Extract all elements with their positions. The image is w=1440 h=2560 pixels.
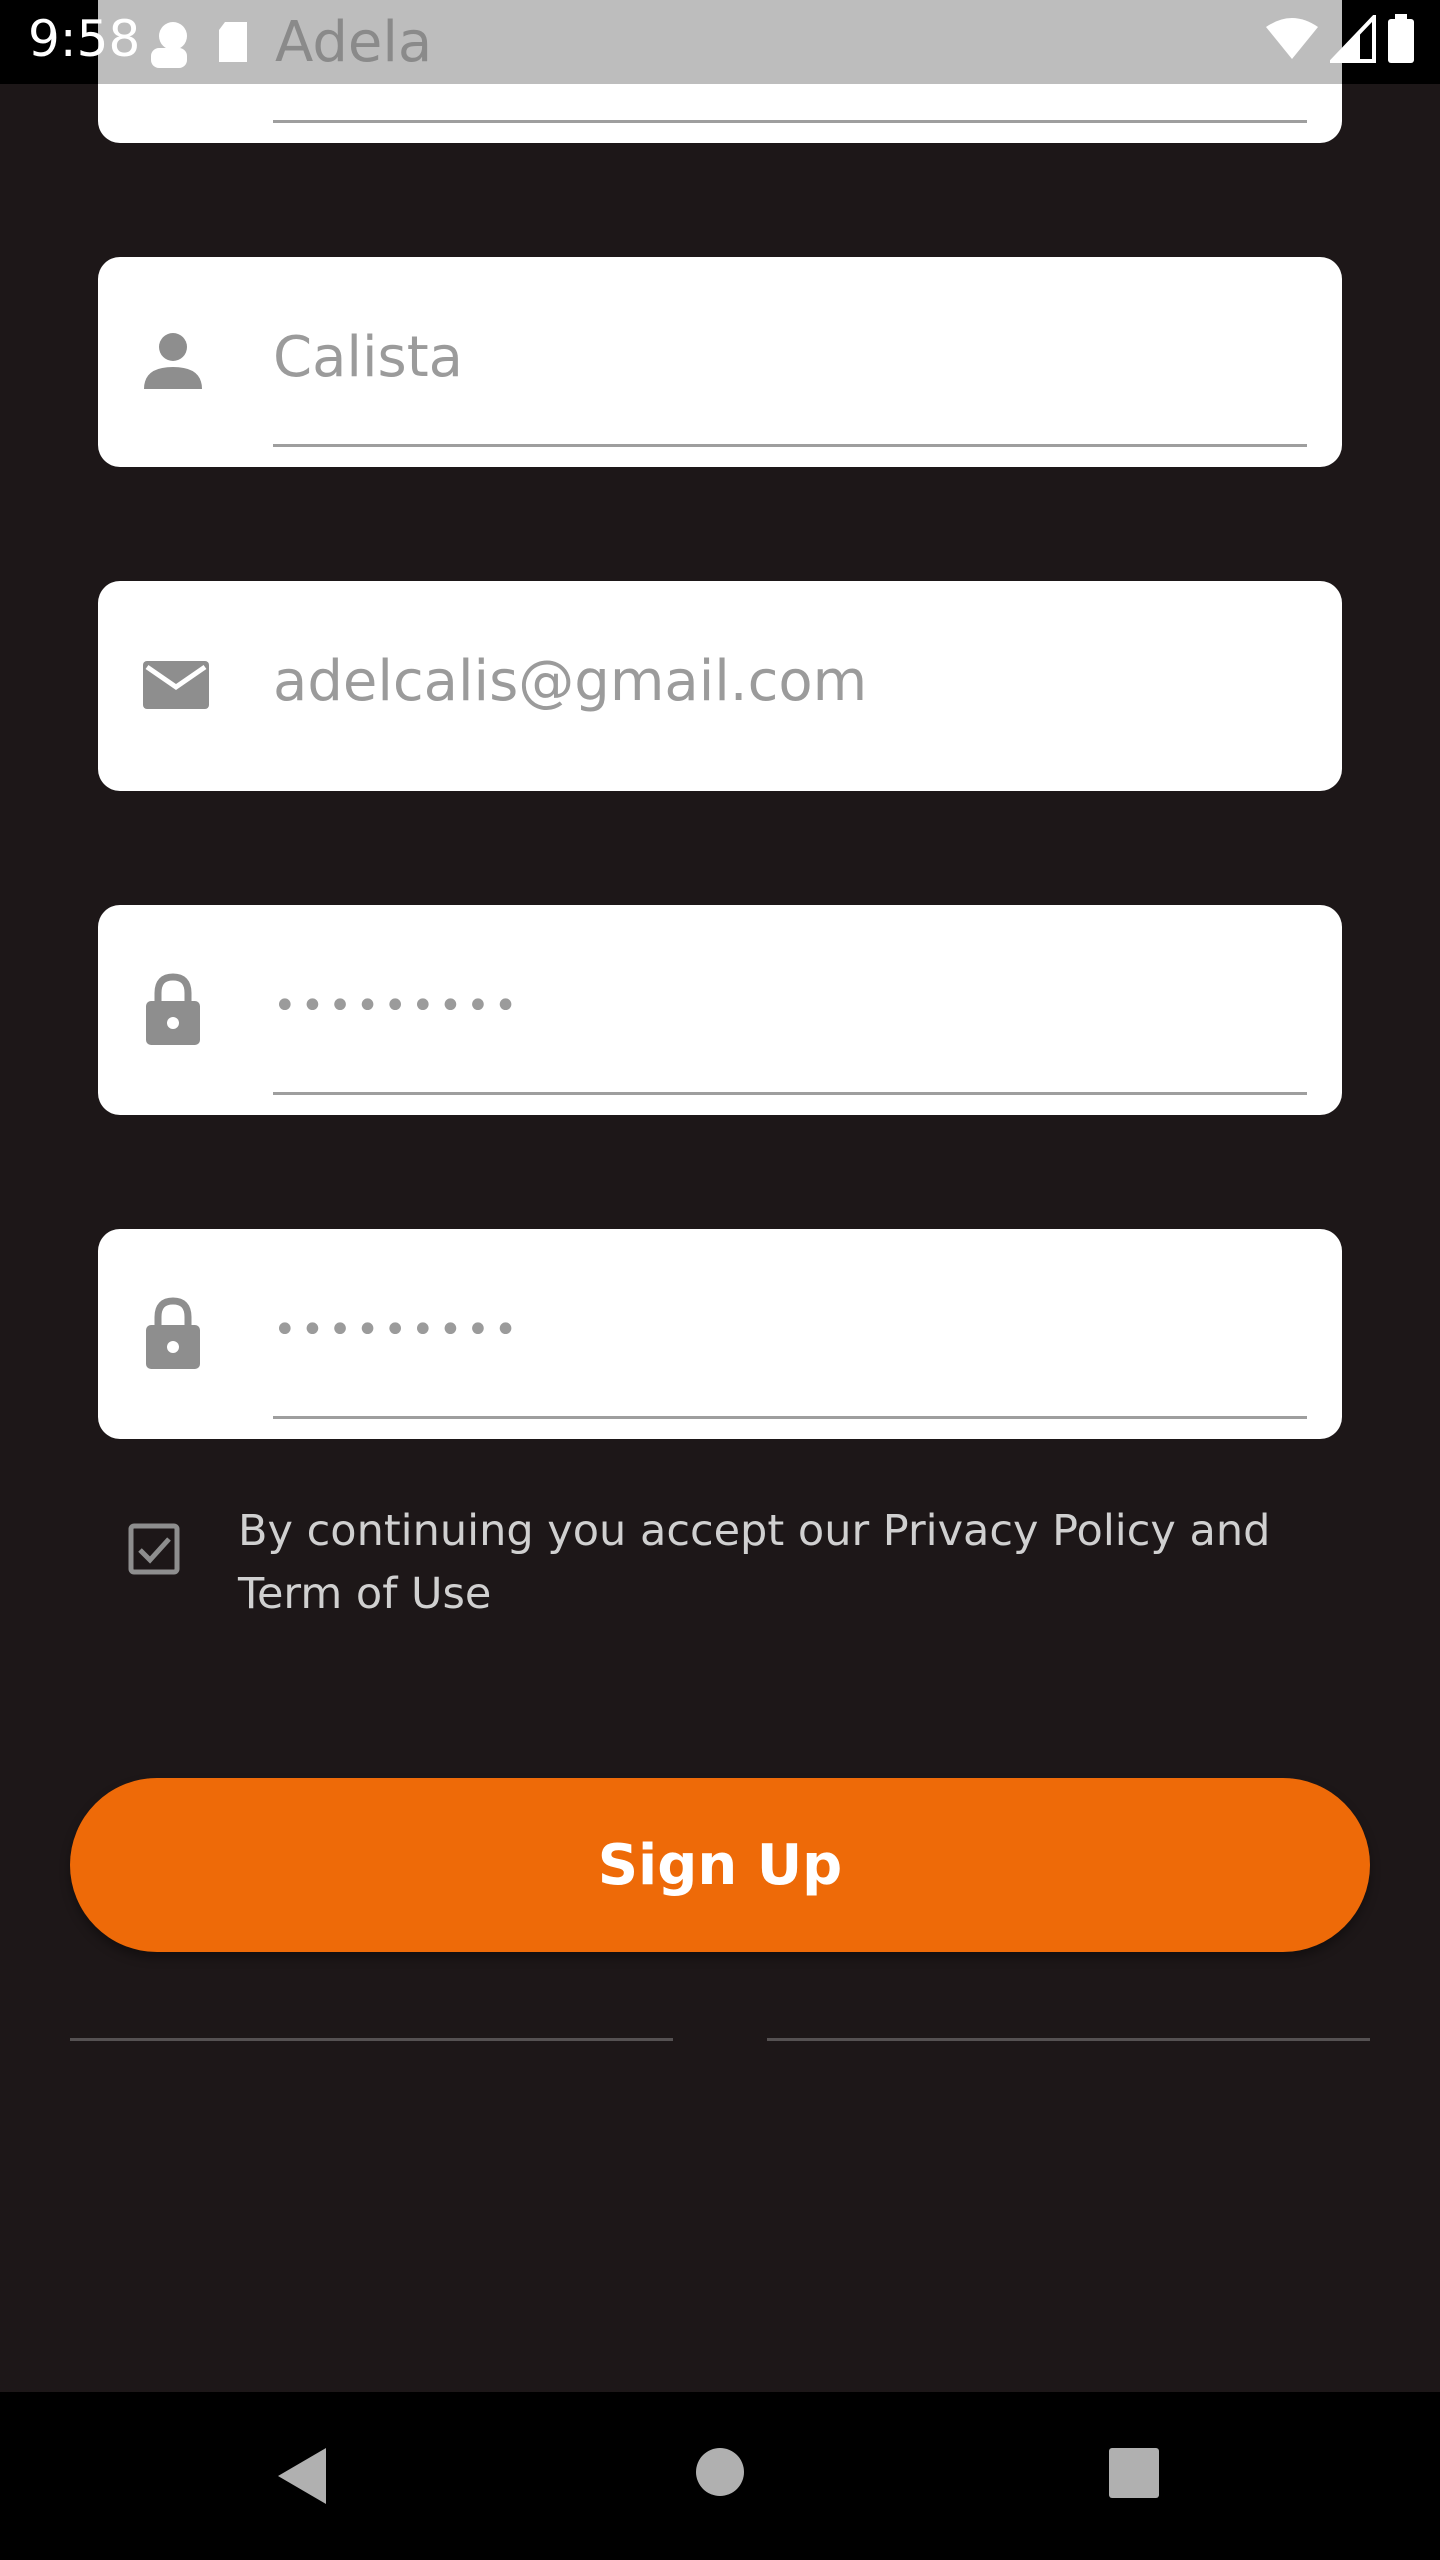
back-icon[interactable] <box>272 2446 332 2506</box>
last-name-value[interactable]: Calista <box>273 325 463 390</box>
divider-left <box>70 2038 673 2041</box>
navigation-bar <box>0 2392 1440 2560</box>
email-field[interactable]: adelcalis@gmail.com <box>98 581 1342 791</box>
password-value[interactable]: ••••••••• <box>273 983 521 1029</box>
password-underline <box>273 1092 1307 1095</box>
confirm-password-underline <box>273 1416 1307 1419</box>
last-name-field[interactable]: Calista <box>98 257 1342 467</box>
confirm-password-field[interactable]: ••••••••• <box>98 1229 1342 1439</box>
battery-icon <box>1388 14 1414 63</box>
last-name-underline <box>273 444 1307 447</box>
first-name-value[interactable]: Adela <box>275 10 432 75</box>
terms-checkbox[interactable] <box>128 1523 180 1575</box>
recents-icon[interactable] <box>1107 2446 1161 2500</box>
first-name-underline <box>273 120 1307 123</box>
confirm-password-value[interactable]: ••••••••• <box>273 1307 521 1353</box>
home-icon[interactable] <box>694 2446 746 2498</box>
lock-icon <box>146 973 200 1045</box>
sign-up-label: Sign Up <box>597 1832 843 1898</box>
terms-text: By continuing you accept our Privacy Pol… <box>238 1506 1271 1619</box>
sign-up-button[interactable]: Sign Up <box>70 1778 1370 1952</box>
lock-icon <box>146 1297 200 1369</box>
email-value[interactable]: adelcalis@gmail.com <box>273 649 867 714</box>
person-icon <box>144 333 202 389</box>
email-icon <box>143 661 209 709</box>
password-field[interactable]: ••••••••• <box>98 905 1342 1115</box>
divider-right <box>767 2038 1370 2041</box>
